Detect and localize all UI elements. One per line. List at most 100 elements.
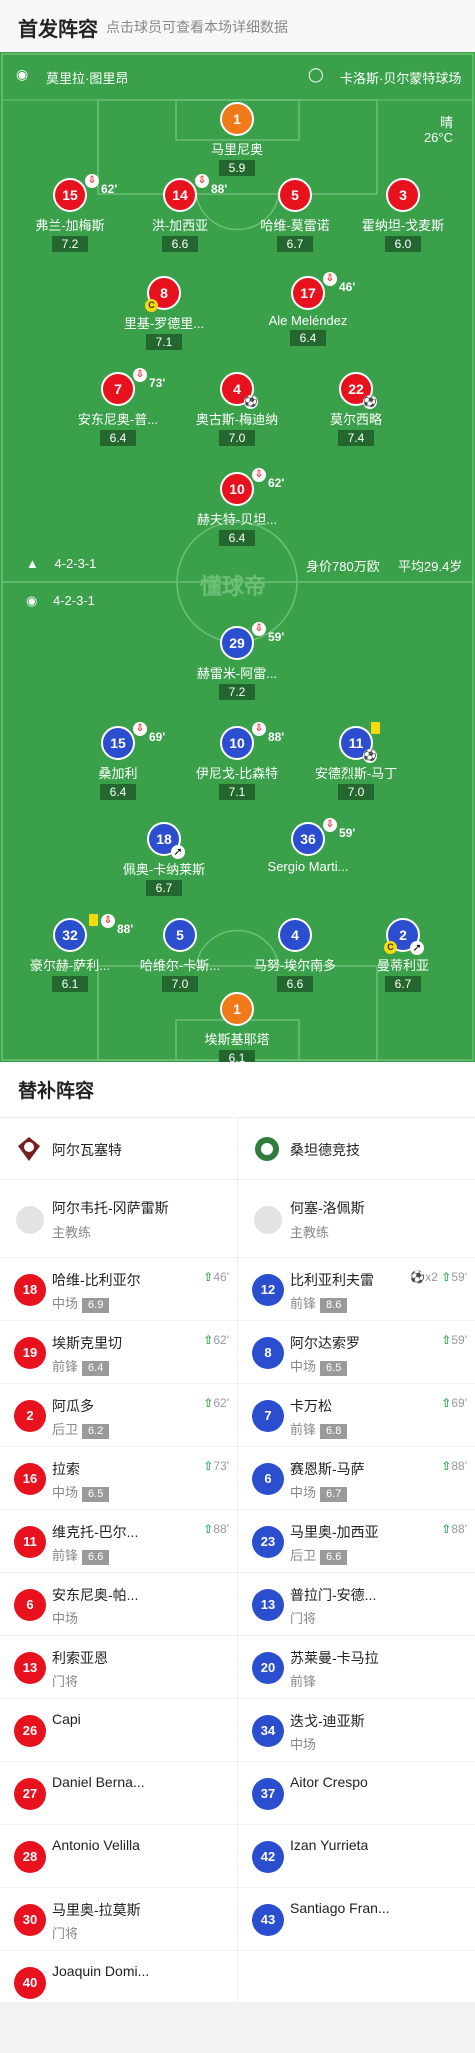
sub-name: 拉索 xyxy=(52,1461,80,1477)
sub-name: 普拉门-安德... xyxy=(290,1587,377,1603)
sub-player-row[interactable]: 18 哈维-比利亚尔 中场 6.9 ⇧46' xyxy=(0,1258,237,1321)
player-away-rw[interactable]: 15 ⇩ 69' 桑加利 6.4 xyxy=(58,722,178,801)
sub-number: 12 xyxy=(252,1274,284,1306)
sub-player-row[interactable]: 20 苏莱曼-卡马拉 前锋 xyxy=(238,1636,475,1699)
sub-player-row[interactable]: 23 马里奥-加西亚 后卫 6.6 ⇧88' xyxy=(238,1510,475,1573)
sub-name: Antonio Velilla xyxy=(52,1837,140,1853)
player-away-st[interactable]: 29 ⇩ 59' 赫雷米-阿雷... 7.2 xyxy=(177,622,297,701)
sub-in-icon: ⇧ xyxy=(441,1459,452,1473)
sub-player-row[interactable]: 28 Antonio Velilla xyxy=(0,1825,237,1888)
sub-player-row[interactable]: 13 利索亚恩 门将 xyxy=(0,1636,237,1699)
sub-minute: 59' xyxy=(451,1270,467,1284)
temperature-text: 26°C xyxy=(423,130,453,145)
player-number: 5 xyxy=(278,178,312,212)
sub-name: 埃斯克里切 xyxy=(52,1335,122,1351)
sub-player-row[interactable]: 6 赛恩斯-马萨 中场 6.7 ⇧88' xyxy=(238,1447,475,1510)
sub-event: ⇧62' xyxy=(203,1396,229,1410)
player-away-lb[interactable]: 2 C ➚ 曼蒂利亚 6.7 xyxy=(343,918,463,993)
sub-player-row[interactable]: 43 Santiago Fran... xyxy=(238,1888,475,1951)
sub-player-row[interactable]: 27 Daniel Berna... xyxy=(0,1762,237,1825)
sub-in-icon: ⇧ xyxy=(203,1333,214,1347)
player-rating: 6.4 xyxy=(290,330,326,346)
sub-out-icon: ⇩ xyxy=(133,368,147,382)
sub-number: 6 xyxy=(252,1463,284,1495)
player-home-st[interactable]: 10 ⇩ 62' 赫夫特-贝坦... 6.4 xyxy=(177,468,297,547)
sub-player-row[interactable]: 26 Capi xyxy=(0,1699,237,1762)
sub-event: ⇧88' xyxy=(441,1522,467,1536)
sub-name: 苏莱曼-卡马拉 xyxy=(290,1650,379,1666)
sub-number: 26 xyxy=(14,1715,46,1747)
sub-position: 中场 xyxy=(290,1737,317,1752)
sub-number: 8 xyxy=(252,1337,284,1369)
player-name: 佩奥-卡纳莱斯 xyxy=(122,862,206,877)
player-number: 1 xyxy=(220,992,254,1026)
sub-event: ⇧73' xyxy=(203,1459,229,1473)
away-team-row[interactable]: 桑坦德竞技 xyxy=(238,1118,475,1180)
sub-minute: 59' xyxy=(339,826,356,840)
player-home-rb[interactable]: 15 ⇩ 62' 弗兰-加梅斯 7.2 xyxy=(10,174,130,253)
player-home-lw[interactable]: 22 ⚽ 莫尔西略 7.4 xyxy=(296,372,416,447)
player-away-am[interactable]: 10 ⇩ 88' 伊尼戈-比森特 7.1 xyxy=(177,722,297,801)
sub-player-row[interactable]: 8 阿尔达索罗 中场 6.5 ⇧59' xyxy=(238,1321,475,1384)
player-number: 3 xyxy=(386,178,420,212)
sub-event: ⚽x2 ⇧59' xyxy=(410,1270,467,1284)
player-number: 10 xyxy=(229,481,245,497)
player-home-cb1[interactable]: 14 ⇩ 88' 洪-加西亚 6.6 xyxy=(120,174,240,253)
away-coach-row[interactable]: 何塞-洛佩斯 主教练 xyxy=(238,1180,475,1258)
sub-player-row[interactable]: 30 马里奥-拉莫斯 门将 xyxy=(0,1888,237,1951)
sub-player-row[interactable]: 2 阿瓜多 后卫 6.2 ⇧62' xyxy=(0,1384,237,1447)
sub-player-row[interactable]: 37 Aitor Crespo xyxy=(238,1762,475,1825)
sub-minute: 62' xyxy=(213,1396,229,1410)
sub-player-row[interactable]: 12 比利亚利夫雷 前锋 8.6 ⚽x2 ⇧59' xyxy=(238,1258,475,1321)
sub-event: ⇧62' xyxy=(203,1333,229,1347)
sub-player-row[interactable]: 19 埃斯克里切 前锋 6.4 ⇧62' xyxy=(0,1321,237,1384)
player-home-gk[interactable]: 1 马里尼奥 5.9 xyxy=(177,102,297,177)
sub-name: Joaquin Domi... xyxy=(52,1963,150,1979)
sub-minute: 88' xyxy=(213,1522,229,1536)
sub-player-row[interactable]: 13 普拉门-安德... 门将 xyxy=(238,1573,475,1636)
sub-player-row[interactable]: 16 拉索 中场 6.5 ⇧73' xyxy=(0,1447,237,1510)
player-name: 洪-加西亚 xyxy=(151,218,209,233)
sub-name: Aitor Crespo xyxy=(290,1774,368,1790)
sub-number: 13 xyxy=(252,1589,284,1621)
player-away-cb2[interactable]: 4 马努-埃尔南多 6.6 xyxy=(235,918,355,993)
player-home-am[interactable]: 4 ⚽ 奥古斯-梅迪纳 7.0 xyxy=(177,372,297,447)
home-team-icon: ▲ xyxy=(26,556,39,571)
player-home-dm1[interactable]: 8 C 里基-罗德里... 7.1 xyxy=(104,276,224,351)
home-team-row[interactable]: 阿尔瓦塞特 xyxy=(0,1118,237,1180)
home-bench: 阿尔瓦塞特 阿尔韦托-冈萨雷斯 主教练 18 哈维-比利亚尔 中场 6.9 ⇧46' 19… xyxy=(0,1118,237,2014)
player-number: 4 xyxy=(278,918,312,952)
sub-in-icon: ⇧ xyxy=(441,1396,452,1410)
player-rating: 6.4 xyxy=(100,784,136,800)
player-home-dm2[interactable]: 17 ⇩ 46' Ale Meléndez 6.4 xyxy=(248,272,368,347)
away-team-name: 桑坦德竞技 xyxy=(290,1142,360,1158)
home-team-logo-icon xyxy=(18,1137,40,1161)
player-away-dm2[interactable]: 36 ⇩ 59' Sergio Marti... xyxy=(248,818,368,874)
sub-name: 马里奥-拉莫斯 xyxy=(52,1902,141,1918)
player-home-rw[interactable]: 7 ⇩ 73' 安东尼奥-普... 6.4 xyxy=(58,368,178,447)
sub-player-row[interactable]: 42 Izan Yurrieta xyxy=(238,1825,475,1888)
player-rating: 7.0 xyxy=(219,430,255,446)
player-away-gk[interactable]: 1 埃斯基耶塔 6.1 xyxy=(177,992,297,1062)
player-away-cb1[interactable]: 5 哈维尔-卡斯... 7.0 xyxy=(120,918,240,993)
sub-player-row[interactable]: 6 安东尼奥-帕... 中场 xyxy=(0,1573,237,1636)
player-number: 29 xyxy=(229,635,245,651)
player-away-dm1[interactable]: 18 ➚ 佩奥-卡纳莱斯 6.7 xyxy=(104,822,224,897)
sub-in-icon: ⇧ xyxy=(203,1522,214,1536)
player-away-rb[interactable]: 32 ⇩ 88' 豪尔赫-萨利... 6.1 xyxy=(10,914,133,993)
sub-name: 利索亚恩 xyxy=(52,1650,108,1666)
player-home-cb2[interactable]: 5 哈维-莫雷诺 6.7 xyxy=(235,178,355,253)
sub-name: 阿尔达索罗 xyxy=(290,1335,360,1351)
player-number: 2 xyxy=(399,927,407,943)
sub-player-row[interactable]: 7 卡万松 前锋 6.8 ⇧69' xyxy=(238,1384,475,1447)
sub-player-row[interactable]: 11 维克托-巴尔... 前锋 6.6 ⇧88' xyxy=(0,1510,237,1573)
sub-number: 7 xyxy=(252,1400,284,1432)
player-number: 22 xyxy=(348,381,364,397)
sub-rating: 6.5 xyxy=(82,1487,110,1502)
home-coach-row[interactable]: 阿尔韦托-冈萨雷斯 主教练 xyxy=(0,1180,237,1258)
player-away-lw[interactable]: 11 ⚽ 安德烈斯-马丁 7.0 xyxy=(296,722,416,801)
player-home-lb[interactable]: 3 霍纳坦-戈麦斯 6.0 xyxy=(343,178,463,253)
sub-name: 阿瓜多 xyxy=(52,1398,94,1414)
watermark: 懂球帝 xyxy=(200,574,267,599)
sub-player-row[interactable]: 34 迭戈-迪亚斯 中场 xyxy=(238,1699,475,1762)
